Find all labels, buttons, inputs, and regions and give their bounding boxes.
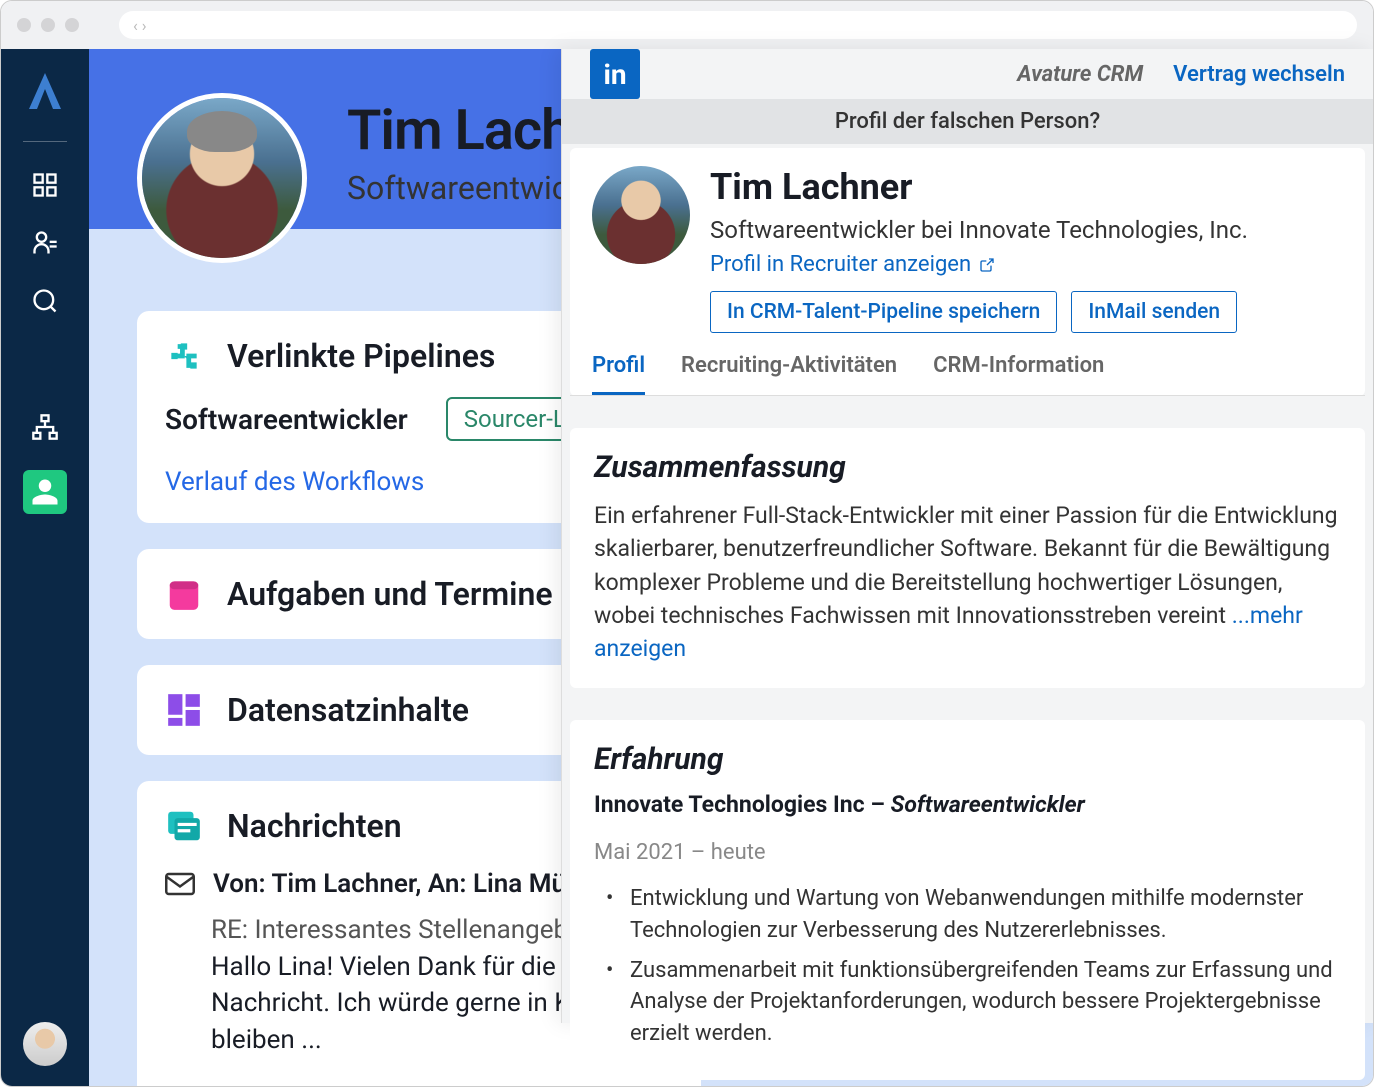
experience-company: Innovate Technologies Inc – Softwareentw… <box>594 791 1341 818</box>
experience-bullets: Entwicklung und Wartung von Webanwendung… <box>594 883 1341 1050</box>
calendar-icon <box>165 575 203 613</box>
profile-icon[interactable] <box>23 470 67 514</box>
url-bar[interactable]: ‹ › <box>119 11 1357 39</box>
records-icon <box>165 691 203 729</box>
tab-crm[interactable]: CRM-Information <box>933 353 1104 395</box>
crm-label: Avature CRM <box>1017 62 1143 87</box>
window-control-minimize[interactable] <box>41 18 55 32</box>
tasks-title: Aufgaben und Termine <box>227 575 553 613</box>
panel-avatar <box>592 166 690 264</box>
profile-avatar <box>137 93 307 263</box>
user-avatar[interactable] <box>23 1022 67 1066</box>
link-icon <box>165 337 203 375</box>
pipelines-title: Verlinkte Pipelines <box>227 337 495 375</box>
save-pipeline-button[interactable]: In CRM-Talent-Pipeline speichern <box>710 291 1057 333</box>
experience-section: Erfahrung Innovate Technologies Inc – So… <box>570 720 1365 1080</box>
records-title: Datensatzinhalte <box>227 691 469 729</box>
experience-bullet: Zusammenarbeit mit funktionsübergreifend… <box>606 955 1341 1051</box>
external-link-icon <box>979 257 995 273</box>
sidebar <box>1 49 89 1086</box>
experience-date: Mai 2021 – heute <box>594 840 1341 865</box>
messages-icon <box>165 807 203 845</box>
dashboard-icon[interactable] <box>30 170 60 200</box>
app-window: ‹ › Tim Lachner Softwareentwickler <box>0 0 1374 1087</box>
panel-profile-section: Tim Lachner Softwareentwickler bei Innov… <box>570 148 1365 396</box>
panel-header: in Avature CRM Vertrag wechseln <box>562 49 1373 99</box>
linkedin-panel: in Avature CRM Vertrag wechseln Profil d… <box>561 49 1373 1023</box>
experience-bullet: Entwicklung und Wartung von Webanwendung… <box>606 883 1341 947</box>
send-inmail-button[interactable]: InMail senden <box>1071 291 1237 333</box>
summary-title: Zusammenfassung <box>594 450 1341 485</box>
summary-text: Ein erfahrener Full-Stack-Entwickler mit… <box>594 499 1341 666</box>
window-control-close[interactable] <box>17 18 31 32</box>
panel-profile-title: Softwareentwickler bei Innovate Technolo… <box>710 216 1343 244</box>
panel-profile-name: Tim Lachner <box>710 166 1343 208</box>
workflow-history-link[interactable]: Verlauf des Workflows <box>165 467 424 497</box>
sidebar-divider <box>23 141 67 142</box>
pipeline-role: Softwareentwickler <box>165 403 408 436</box>
envelope-icon <box>165 872 195 896</box>
panel-tabs: Profil Recruiting-Aktivitäten CRM-Inform… <box>570 333 1365 396</box>
wrong-profile-bar[interactable]: Profil der falschen Person? <box>562 99 1373 144</box>
tab-profile[interactable]: Profil <box>592 353 645 395</box>
experience-title: Erfahrung <box>594 742 1341 777</box>
recruiter-link[interactable]: Profil in Recruiter anzeigen <box>710 252 995 277</box>
switch-contract-link[interactable]: Vertrag wechseln <box>1173 62 1345 87</box>
people-icon[interactable] <box>30 228 60 258</box>
experience-role: Softwareentwickler <box>891 791 1085 818</box>
avature-logo-icon <box>23 69 67 113</box>
message-from: Von: Tim Lachner, An: Lina Müller <box>213 869 603 899</box>
tab-recruiting[interactable]: Recruiting-Aktivitäten <box>681 353 897 395</box>
window-control-zoom[interactable] <box>65 18 79 32</box>
titlebar: ‹ › <box>1 1 1373 49</box>
search-icon[interactable] <box>30 286 60 316</box>
linkedin-logo-icon: in <box>590 49 640 99</box>
org-chart-icon[interactable] <box>30 412 60 442</box>
messages-title: Nachrichten <box>227 807 402 845</box>
nav-arrows: ‹ › <box>133 16 147 35</box>
summary-section: Zusammenfassung Ein erfahrener Full-Stac… <box>570 428 1365 688</box>
